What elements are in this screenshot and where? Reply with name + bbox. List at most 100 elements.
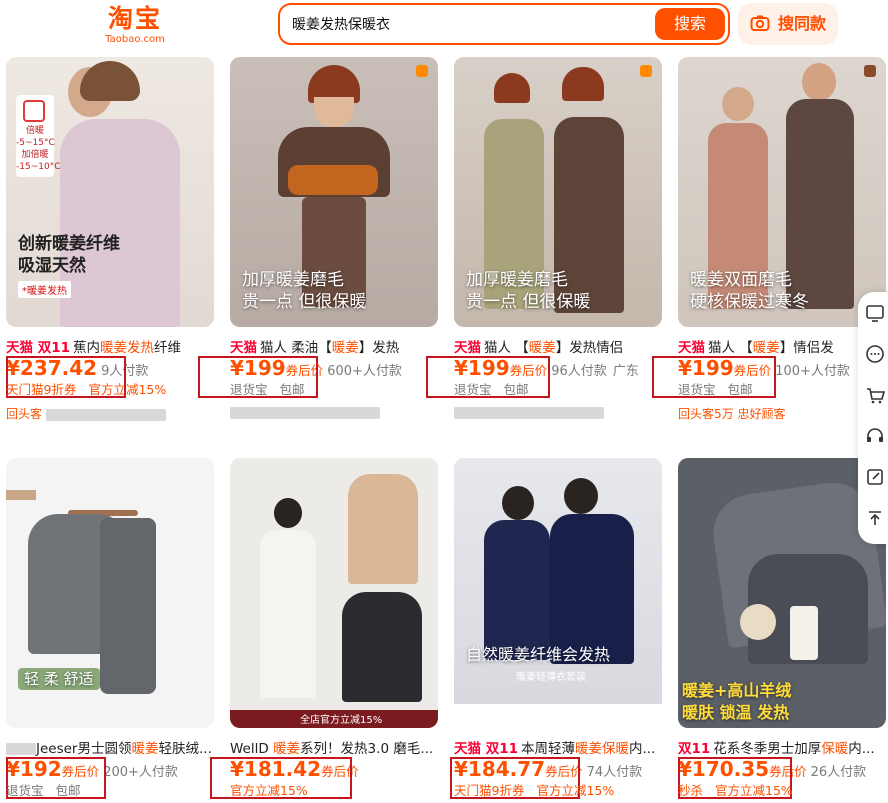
caption-tag: *暖姜发热 (18, 281, 71, 298)
model-head (564, 478, 598, 514)
product-image[interactable]: 暖姜+高山羊绒 暖肤 锁温 发热 (678, 458, 886, 728)
orange-lining (288, 165, 378, 195)
product-card[interactable]: 自然暖姜纤维会发热 暖姜轻薄衣套装 天猫 双11 本周轻薄暖姜保暖内... ¥18… (450, 458, 664, 803)
shop-line: 回头客 (6, 405, 166, 422)
badge-bottom: 加倍暖 -15~10°C (16, 150, 61, 172)
product-title[interactable]: 天猫 双11 本周轻薄暖姜保暖内... (454, 739, 664, 759)
product-card[interactable]: 加厚暖姜磨毛 贵一点 但很保暖 天猫 猫人 柔油【暖姜】发热 ¥199券后价 600… (198, 57, 440, 419)
title-highlight: 保暖 (821, 741, 849, 757)
promo-tags: 退货宝 包邮 (6, 782, 93, 800)
price-label: 券后价 (321, 764, 359, 779)
title-text: 蕉内 (73, 340, 100, 356)
back-to-top-icon[interactable] (864, 507, 886, 529)
model-head (274, 498, 302, 528)
sold-count: 9人付款 (101, 364, 149, 379)
model-female (484, 520, 550, 660)
model-head (502, 486, 534, 520)
brand-mark (6, 490, 36, 500)
tmall-tag: 双11 (678, 741, 711, 757)
product-title[interactable]: 天猫 猫人 【暖姜】发热情侣 (454, 338, 664, 358)
feedback-icon[interactable] (864, 302, 886, 324)
price-line: ¥199券后价 96人付款 广东 (454, 356, 664, 380)
promo-tag: 包邮 (279, 382, 305, 397)
product-card[interactable]: 加厚暖姜磨毛 贵一点 但很保暖 天猫 猫人 【暖姜】发热情侣 ¥199券后价 96人… (426, 57, 664, 419)
shop-line (230, 405, 380, 419)
title-text: 猫人 【 (708, 340, 753, 356)
sold-count: 200+人付款 (103, 765, 178, 780)
white-garment (260, 530, 316, 698)
tmall-tag: 天猫 (678, 340, 705, 356)
promo-tags: 退货宝 包邮 (678, 381, 765, 399)
store-icon (640, 65, 652, 77)
promo-tags: 秒杀 官方立减15% (678, 782, 805, 800)
product-image[interactable]: 暖姜双面磨毛 硬核保暖过寒冬 (678, 57, 886, 327)
product-title[interactable]: 天猫 猫人 柔油【暖姜】发热 (230, 338, 440, 358)
price-line: ¥199券后价 600+人付款 (230, 356, 440, 380)
product-title[interactable]: 天猫 猫人 【暖姜】情侣发 (678, 338, 888, 358)
product-title[interactable]: 天猫 双11 蕉内暖姜发热纤维 (6, 338, 216, 358)
price-line: ¥184.77券后价 74人付款 (454, 757, 664, 781)
product-card[interactable]: 倍暖 -5~15°C 加倍暖 -15~10°C 创新暖姜纤维 吸湿天然 *暖姜发热… (6, 57, 216, 421)
title-text: 】发热情侣 (555, 340, 624, 356)
taobao-logo[interactable]: 淘宝 Taobao.com (100, 4, 170, 46)
store-icon (416, 65, 428, 77)
promo-tag: 官方立减15% (230, 783, 308, 798)
title-text: Jeeser男士圆领 (36, 741, 132, 757)
cart-icon[interactable] (864, 384, 886, 406)
product-title[interactable]: 双11 花系冬季男士加厚保暖内... (678, 739, 888, 759)
promo-tags: 天门猫9折券 官方立减15% (6, 381, 178, 399)
promo-tag: 天门猫9折券 (6, 382, 77, 397)
model-hat (494, 73, 530, 103)
product-card[interactable]: 暖姜+高山羊绒 暖肤 锁温 发热 双11 花系冬季男士加厚保暖内... ¥170.… (678, 458, 888, 803)
product-image[interactable]: 倍暖 -5~15°C 加倍暖 -15~10°C 创新暖姜纤维 吸湿天然 *暖姜发热 (6, 57, 214, 327)
promo-tag: 官方立减15% (715, 783, 793, 798)
shop-line: 回头客5万 忠好顾客 (678, 405, 785, 422)
title-text: 内... (629, 741, 656, 757)
product-image[interactable]: 全店官方立减15% (230, 458, 438, 728)
price: ¥199 (454, 356, 510, 380)
product-card[interactable]: 全店官方立减15% WellD 暖姜系列！发热3.0 磨毛... ¥181.42… (210, 458, 440, 803)
image-caption: 暖姜双面磨毛 硬核保暖过寒冬 (690, 270, 809, 312)
price-label: 券后价 (769, 764, 807, 779)
store-icon (864, 65, 876, 77)
product-image[interactable]: 加厚暖姜磨毛 贵一点 但很保暖 (454, 57, 662, 327)
blurred-text (230, 406, 380, 419)
title-text: 猫人 【 (484, 340, 529, 356)
price: ¥181.42 (230, 757, 322, 781)
price-line: ¥170.35券后价 26人付款 (678, 757, 888, 781)
image-subcaption: 暖姜轻薄衣套装 (516, 672, 586, 683)
title-highlight: 暖姜 (528, 340, 556, 356)
search-button[interactable]: 搜索 (655, 8, 725, 40)
tmall-tag: 天猫 双11 (6, 340, 70, 356)
tmall-tag: 天猫 (454, 340, 481, 356)
product-image[interactable]: 加厚暖姜磨毛 贵一点 但很保暖 (230, 57, 438, 327)
image-caption: 加厚暖姜磨毛 贵一点 但很保暖 (242, 270, 367, 312)
price: ¥237.42 (6, 356, 98, 380)
model-hat (562, 67, 604, 101)
edit-icon[interactable] (864, 466, 886, 488)
product-title[interactable]: WellD 暖姜系列！发热3.0 磨毛... (230, 739, 440, 759)
price: ¥192 (6, 757, 62, 781)
product-card[interactable]: 暖姜双面磨毛 硬核保暖过寒冬 天猫 猫人 【暖姜】情侣发 ¥199券后价 100+人… (652, 57, 888, 421)
tmall-tag: 天猫 (230, 340, 257, 356)
service-icon[interactable] (864, 425, 886, 447)
price-line: ¥192券后价 200+人付款 (6, 757, 216, 781)
floating-toolbar (858, 292, 888, 544)
product-image[interactable]: 自然暖姜纤维会发热 暖姜轻薄衣套装 (454, 458, 662, 728)
product-title[interactable]: Jeeser男士圆领暖姜轻肤绒... (6, 739, 216, 759)
sold-count: 74人付款 (586, 765, 643, 780)
price: ¥184.77 (454, 757, 546, 781)
product-image[interactable]: 轻 柔 舒适 (6, 458, 214, 728)
message-icon[interactable] (864, 343, 886, 365)
title-highlight: 暖姜 (331, 340, 359, 356)
price-label: 券后价 (545, 764, 583, 779)
product-card[interactable]: 轻 柔 舒适 Jeeser男士圆领暖姜轻肤绒... ¥192券后价 200+人付款… (6, 458, 216, 803)
sold-count: 600+人付款 (327, 364, 402, 379)
promo-tag: 官方立减15% (88, 382, 167, 397)
title-text: 轻肤绒... (158, 741, 212, 757)
price: ¥199 (230, 356, 286, 380)
search-input[interactable] (292, 13, 652, 35)
image-search-button[interactable]: 搜同款 (738, 3, 838, 45)
promo-tag: 退货宝 (6, 783, 44, 798)
garment-pants (100, 518, 156, 694)
